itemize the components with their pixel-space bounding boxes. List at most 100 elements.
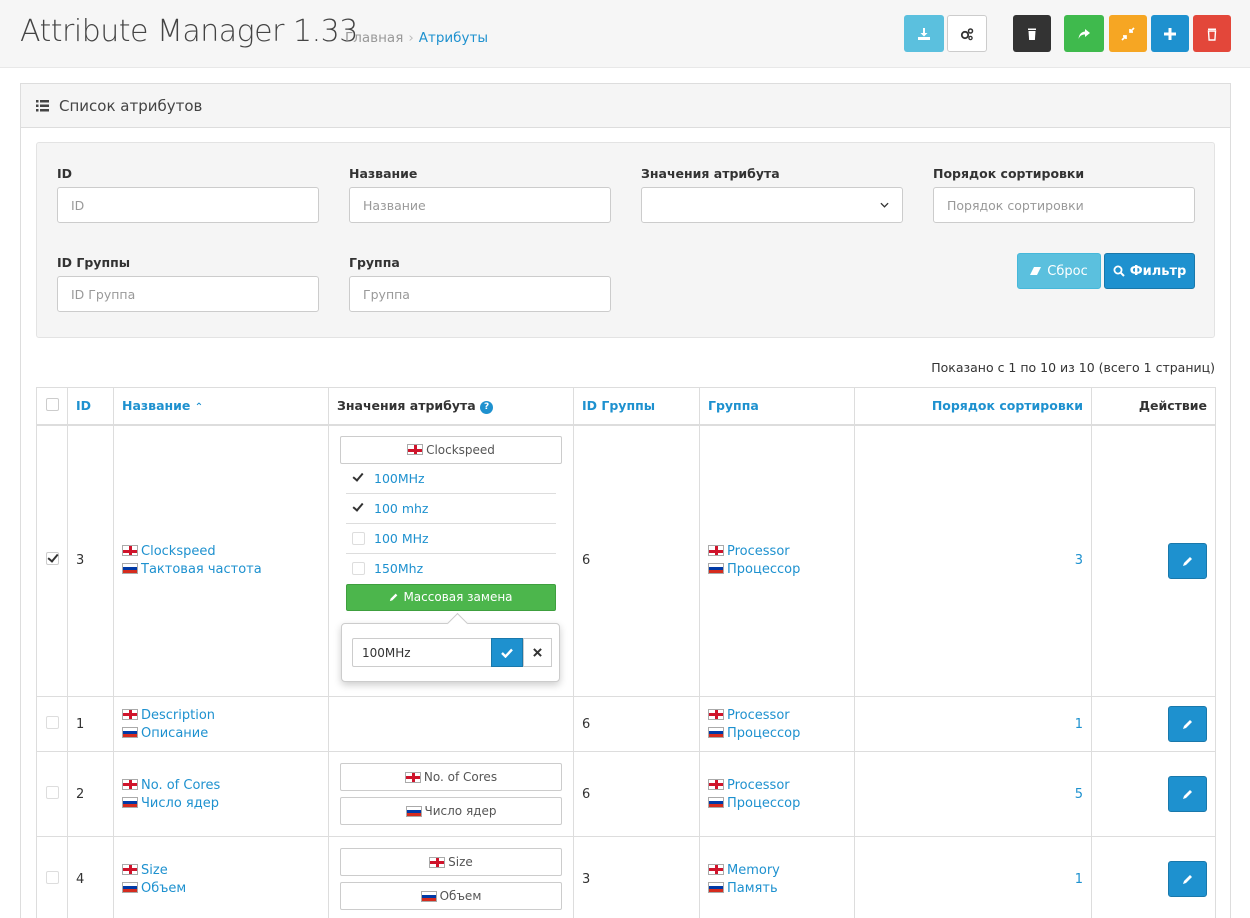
row-checkbox[interactable] — [45, 870, 59, 884]
row-id: 2 — [67, 751, 114, 837]
page-header: Attribute Manager 1.33 Главная › Атрибуты — [0, 0, 1250, 68]
values-select[interactable] — [641, 187, 903, 223]
edit-button[interactable] — [1168, 861, 1207, 897]
flag-en-icon — [708, 778, 724, 790]
flag-en-icon — [708, 708, 724, 720]
download-button[interactable] — [904, 15, 944, 52]
flag-ru-icon — [420, 890, 437, 902]
sort-input[interactable]: Порядок сортировки — [933, 187, 1195, 223]
row-id: 1 — [67, 696, 114, 752]
settings-button[interactable] — [947, 15, 987, 52]
flag-en-icon — [429, 856, 446, 868]
name-en-link[interactable]: Size — [141, 863, 168, 878]
add-button[interactable] — [1151, 15, 1189, 52]
value-checkbox[interactable] — [352, 562, 365, 575]
sort-order-link[interactable]: 5 — [1075, 787, 1083, 802]
name-ru-link[interactable]: Тактовая частота — [141, 562, 262, 577]
flag-en-icon — [122, 778, 138, 790]
replace-value-input[interactable]: 100MHz — [352, 638, 492, 667]
cancel-button[interactable] — [523, 638, 552, 667]
flag-ru-icon — [122, 881, 138, 893]
value-en-label: No. of Cores — [423, 770, 498, 784]
values-label: Значения атрибута — [641, 166, 780, 181]
group-en-link[interactable]: Processor — [727, 708, 790, 723]
mass-replace-label: Массовая замена — [403, 590, 513, 604]
group-en-link[interactable]: Processor — [727, 778, 790, 793]
group-input[interactable]: Группа — [349, 276, 611, 312]
value-link[interactable]: 150Mhz — [374, 561, 423, 576]
name-en-link[interactable]: No. of Cores — [141, 778, 220, 793]
mass-replace-button[interactable]: Массовая замена — [346, 583, 556, 611]
flag-ru-icon — [122, 726, 138, 738]
sort-id-link[interactable]: ID — [76, 398, 91, 413]
delete-all-button[interactable] — [1013, 15, 1051, 52]
reset-label: Сброс — [1047, 263, 1088, 279]
list-item: 100 MHz — [346, 524, 556, 554]
compress-button[interactable] — [1109, 15, 1147, 52]
flag-ru-icon — [708, 881, 724, 893]
row-group-id: 6 — [573, 424, 700, 697]
trash-icon — [1028, 28, 1036, 40]
share-button[interactable] — [1064, 15, 1104, 52]
confirm-button[interactable] — [491, 638, 523, 667]
flag-ru-icon — [708, 726, 724, 738]
group-ru-link[interactable]: Процессор — [727, 726, 800, 741]
name-input[interactable]: Название — [349, 187, 611, 223]
gears-icon — [960, 27, 974, 40]
name-ru-link[interactable]: Объем — [141, 881, 186, 896]
value-ru-label: Объем — [439, 889, 482, 903]
pencil-icon — [390, 593, 398, 602]
name-ru-link[interactable]: Описание — [141, 726, 208, 741]
value-box-en[interactable]: Size — [340, 848, 562, 876]
breadcrumb-home[interactable]: Главная — [345, 30, 403, 46]
share-icon — [1078, 28, 1090, 39]
id-input[interactable]: ID — [57, 187, 319, 223]
sort-order-link[interactable]: 3 — [1075, 553, 1083, 568]
select-all-checkbox[interactable] — [45, 397, 59, 411]
value-link[interactable]: 100 MHz — [374, 531, 429, 546]
value-box-ru[interactable]: Объем — [340, 882, 562, 910]
sort-group-id-link[interactable]: ID Группы — [582, 398, 655, 413]
edit-button[interactable] — [1168, 706, 1207, 742]
flag-en-icon — [122, 545, 138, 557]
breadcrumb: Главная › Атрибуты — [345, 30, 488, 46]
filter-button[interactable]: Фильтр — [1104, 253, 1195, 289]
name-header-label: Название — [122, 398, 191, 414]
edit-button[interactable] — [1168, 776, 1207, 812]
reset-button[interactable]: Сброс — [1017, 253, 1101, 289]
group-ru-link[interactable]: Процессор — [727, 796, 800, 811]
name-ru-link[interactable]: Число ядер — [141, 796, 219, 811]
name-en-link[interactable]: Description — [141, 708, 215, 723]
value-checkbox[interactable] — [352, 531, 365, 545]
group-ru-link[interactable]: Процессор — [727, 562, 800, 577]
group-en-link[interactable]: Processor — [727, 544, 790, 559]
value-checkbox[interactable] — [352, 501, 365, 515]
help-icon[interactable]: ? — [480, 400, 494, 414]
group-id-input[interactable]: ID Группа — [57, 276, 319, 312]
edit-button[interactable] — [1168, 542, 1207, 579]
group-ru-link[interactable]: Память — [727, 881, 778, 896]
sort-order-link[interactable]: 1 — [1075, 872, 1083, 887]
value-checkbox[interactable] — [352, 471, 365, 485]
sort-order-link[interactable]: Порядок сортировки — [932, 398, 1083, 413]
sort-name-link[interactable]: Название ⌃ — [122, 398, 203, 413]
row-checkbox[interactable] — [45, 715, 59, 729]
value-link[interactable]: 100 mhz — [374, 501, 429, 516]
value-box-en[interactable]: No. of Cores — [340, 763, 562, 791]
row-checkbox[interactable] — [45, 552, 59, 566]
value-link[interactable]: 100MHz — [374, 471, 425, 486]
panel-heading: Список атрибутов — [21, 84, 1230, 128]
group-en-link[interactable]: Memory — [727, 863, 780, 878]
table-row: 1 Description Описание 6 Processor Проце… — [36, 696, 1216, 752]
row-group-id: 6 — [573, 696, 700, 752]
row-checkbox[interactable] — [45, 785, 59, 799]
value-box-ru[interactable]: Число ядер — [340, 797, 562, 825]
sort-order-link[interactable]: 1 — [1075, 717, 1083, 732]
values-header: Значения атрибута ? — [328, 387, 574, 426]
table-row: 4 Size Объем Size Объем 3 Memory Память … — [36, 836, 1216, 918]
name-en-link[interactable]: Clockspeed — [141, 544, 216, 559]
values-lang-tab[interactable]: Clockspeed — [340, 435, 562, 464]
breadcrumb-current[interactable]: Атрибуты — [419, 30, 488, 46]
delete-button[interactable] — [1193, 15, 1231, 52]
sort-group-link[interactable]: Группа — [708, 398, 759, 413]
